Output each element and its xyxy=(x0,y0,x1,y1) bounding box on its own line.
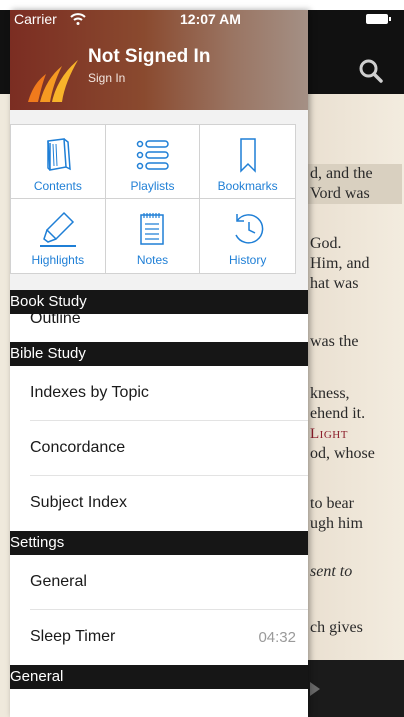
reader-page: d, and the Vord was God. Him, and hat wa… xyxy=(300,94,404,660)
section-title: Settings xyxy=(10,534,65,551)
shortcut-grid: Contents Playlists Bookmarks Highlights … xyxy=(10,124,296,274)
menu-item-label: Indexes by Topic xyxy=(30,384,149,401)
menu-item-sleep-timer[interactable]: Sleep Timer 04:32 xyxy=(10,610,308,665)
section-title: Bible Study xyxy=(10,345,86,362)
section-header-general: General xyxy=(10,665,308,689)
playlists-button[interactable]: Playlists xyxy=(105,125,201,199)
menu-item-indexes-by-topic[interactable]: Indexes by Topic xyxy=(10,366,308,421)
account-title: Not Signed In xyxy=(88,46,211,67)
shortcut-grid-area: Contents Playlists Bookmarks Highlights … xyxy=(10,110,308,290)
notes-button[interactable]: Notes xyxy=(106,199,201,273)
notes-label: Notes xyxy=(136,253,169,267)
menu-item-concordance[interactable]: Concordance xyxy=(10,421,308,476)
history-button[interactable]: History xyxy=(200,199,295,273)
menu-item-subject-index[interactable]: Subject Index xyxy=(10,476,308,531)
bookmarks-label: Bookmarks xyxy=(217,179,278,193)
notepad-icon xyxy=(140,213,165,245)
reader-text-line: Vord was xyxy=(302,184,402,204)
section-title: General xyxy=(10,668,64,685)
menu-item-general-settings[interactable]: General xyxy=(10,555,308,610)
menu-item-label: General xyxy=(30,573,87,590)
section-title: Book Study xyxy=(10,293,87,310)
contents-label: Contents xyxy=(33,179,82,193)
battery-icon xyxy=(366,14,391,24)
highlights-label: Highlights xyxy=(31,253,85,267)
menu-item-label: Outline xyxy=(30,314,81,327)
history-icon xyxy=(234,214,263,244)
reader-text-line: d, and the xyxy=(302,164,402,184)
reader-text-line: ehend it. xyxy=(310,405,366,422)
clock: 12:07 AM xyxy=(180,11,241,27)
highlighter-icon xyxy=(39,211,76,247)
highlights-button[interactable]: Highlights xyxy=(11,199,106,273)
contents-button[interactable]: Contents xyxy=(11,125,106,199)
play-icon[interactable] xyxy=(310,682,320,696)
search-icon[interactable] xyxy=(358,58,384,84)
reader-text-line: ch gives xyxy=(310,619,363,636)
reader-text-line: Him, and xyxy=(310,255,370,272)
menu-item-label: Subject Index xyxy=(30,494,127,511)
section-header-bible-study: Bible Study xyxy=(10,342,308,366)
bookmark-icon xyxy=(239,138,256,173)
menu-item-outline[interactable]: Outline xyxy=(10,314,308,342)
wifi-icon xyxy=(70,13,86,25)
menu-item-label: Concordance xyxy=(30,439,126,456)
playlists-label: Playlists xyxy=(130,179,175,193)
bookmarks-button[interactable]: Bookmarks xyxy=(200,125,295,199)
menu-item-label: Sleep Timer xyxy=(30,628,116,645)
reader-text-line: od, whose xyxy=(310,445,375,462)
reader-text-line: hat was xyxy=(310,275,359,292)
reader-text-line: to bear xyxy=(310,495,354,512)
status-bar: Carrier 12:07 AM xyxy=(0,10,404,30)
reader-text-line: kness, xyxy=(310,385,350,402)
carrier-label: Carrier xyxy=(14,11,57,27)
sign-in-link[interactable]: Sign In xyxy=(88,71,125,85)
side-drawer: Not Signed In Sign In Contents Playlists… xyxy=(10,10,308,717)
reader-text-line: was the xyxy=(310,333,359,350)
section-header-book-study: Book Study xyxy=(10,290,308,314)
sleep-timer-value: 04:32 xyxy=(258,629,296,646)
logo-flames-icon xyxy=(28,60,78,102)
book-icon xyxy=(47,138,71,171)
history-label: History xyxy=(228,253,267,267)
reader-text-line: Light xyxy=(310,426,348,442)
reader-bottom-bar xyxy=(300,660,404,717)
drawer-menu: Book Study Outline Bible Study Indexes b… xyxy=(10,290,308,689)
playlist-icon xyxy=(137,140,170,170)
reader-text-line: ugh him xyxy=(310,515,363,532)
section-header-settings: Settings xyxy=(10,531,308,555)
reader-text-line: God. xyxy=(310,235,342,252)
reader-text-line: sent to xyxy=(310,563,353,580)
